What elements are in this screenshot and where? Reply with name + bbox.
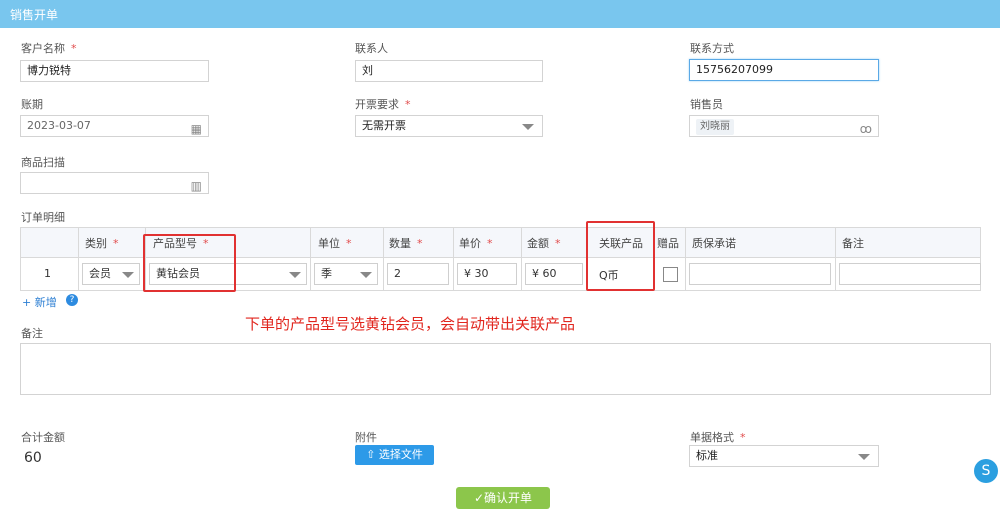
choose-file-label: 选择文件 (378, 448, 423, 461)
row-index: 1 (44, 267, 51, 280)
salesperson-tag: 刘晓丽 (696, 119, 734, 135)
col-warranty: 质保承诺 (692, 237, 736, 250)
page-header: 销售开单 (0, 0, 1000, 28)
confirm-order-button[interactable]: ✓确认开单 (456, 487, 550, 509)
remark-label: 备注 (21, 327, 43, 340)
doc-format-select[interactable]: 标准 (689, 445, 879, 467)
phone-label: 联系方式 (690, 42, 734, 55)
highlight-model (143, 234, 236, 292)
doc-format-value: 标准 (696, 449, 718, 462)
order-label: 订单明细 (21, 211, 65, 224)
upload-icon: ⇧ (366, 448, 376, 461)
barcode-icon[interactable]: ▥ (191, 176, 202, 196)
users-icon[interactable]: ꝏ (860, 119, 872, 139)
chevron-down-icon (122, 272, 134, 278)
add-row-button[interactable]: + 新增 (22, 294, 57, 310)
period-label: 账期 (21, 98, 43, 111)
chevron-down-icon (858, 454, 870, 460)
customer-value: 博力锐特 (27, 64, 71, 77)
qty-input[interactable]: 2 (387, 263, 449, 285)
amount-value: ¥ 60 (532, 267, 557, 280)
contact-value: 刘 (362, 64, 373, 77)
unit-value: 季 (321, 267, 332, 280)
col-remark: 备注 (842, 237, 864, 250)
period-value: 2023-03-07 (27, 119, 91, 132)
highlight-related (586, 221, 655, 291)
chevron-down-icon (360, 272, 372, 278)
scan-label: 商品扫描 (21, 156, 65, 169)
warranty-input[interactable] (689, 263, 831, 285)
col-unit: 单位 * (318, 237, 352, 250)
page-title: 销售开单 (10, 8, 59, 22)
category-value: 会员 (89, 267, 111, 280)
remark-textarea[interactable] (20, 343, 991, 395)
total-label: 合计金额 (21, 431, 65, 444)
choose-file-button[interactable]: ⇧ 选择文件 (355, 445, 434, 465)
customer-input[interactable]: 博力锐特 (20, 60, 209, 82)
col-category: 类别 * (85, 237, 119, 250)
phone-value: 15756207099 (696, 63, 773, 76)
phone-input[interactable]: 15756207099 (689, 59, 879, 81)
col-price: 单价 * (459, 237, 493, 250)
contact-label: 联系人 (355, 42, 388, 55)
col-gift: 赠品 (657, 237, 679, 250)
col-amount: 金额 * (527, 237, 561, 250)
period-input[interactable]: 2023-03-07 ▦ (20, 115, 209, 137)
doc-format-label: 单据格式 * (690, 431, 746, 444)
remark-input[interactable] (839, 263, 981, 285)
total-value: 60 (24, 450, 42, 466)
attachment-label: 附件 (355, 431, 377, 444)
gift-checkbox[interactable] (663, 267, 678, 282)
salesperson-label: 销售员 (690, 98, 723, 111)
price-value: ¥ 30 (464, 267, 489, 280)
col-qty: 数量 * (389, 237, 423, 250)
customer-label: 客户名称 * (21, 42, 77, 55)
chevron-down-icon (522, 124, 534, 130)
help-icon[interactable]: ? (66, 294, 78, 306)
floating-help-icon[interactable]: S (974, 459, 998, 483)
invoice-select[interactable]: 无需开票 (355, 115, 543, 137)
chevron-down-icon (289, 272, 301, 278)
contact-input[interactable]: 刘 (355, 60, 543, 82)
unit-select[interactable]: 季 (314, 263, 378, 285)
calendar-icon[interactable]: ▦ (191, 119, 202, 139)
salesperson-input[interactable]: 刘晓丽 ꝏ (689, 115, 879, 137)
invoice-label: 开票要求 * (355, 98, 411, 111)
price-input[interactable]: ¥ 30 (457, 263, 517, 285)
scan-input[interactable]: ▥ (20, 172, 209, 194)
annotation-text: 下单的产品型号选黄钻会员，会自动带出关联产品 (245, 315, 576, 333)
category-select[interactable]: 会员 (82, 263, 140, 285)
order-table: 类别 * 产品型号 * 单位 * 数量 * 单价 * 金额 * 关联产品 赠品 质保承诺 备… (20, 221, 981, 292)
qty-value: 2 (394, 267, 401, 280)
invoice-value: 无需开票 (362, 119, 406, 132)
amount-input[interactable]: ¥ 60 (525, 263, 583, 285)
